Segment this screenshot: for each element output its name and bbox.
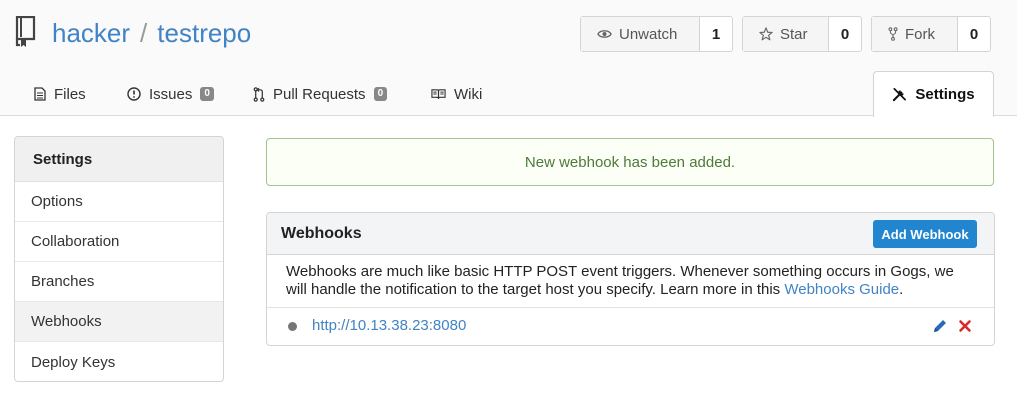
stars-count[interactable]: 0 — [829, 17, 861, 51]
success-alert: New webhook has been added. — [266, 138, 994, 186]
webhooks-guide-link[interactable]: Webhooks Guide — [784, 281, 899, 298]
sidebar-item-options[interactable]: Options — [15, 182, 223, 222]
forks-count[interactable]: 0 — [958, 17, 990, 51]
tab-settings-label: Settings — [915, 86, 975, 103]
repo-title-separator: / — [140, 18, 148, 48]
book-icon — [15, 16, 36, 47]
fork-button-group: Fork 0 — [871, 16, 991, 52]
sidebar-item-webhooks[interactable]: Webhooks — [15, 302, 223, 342]
issues-count-badge: 0 — [200, 87, 214, 101]
repo-name-link[interactable]: testrepo — [157, 18, 251, 48]
tab-issues-label: Issues — [149, 85, 193, 103]
star-icon — [759, 27, 773, 41]
unwatch-label: Unwatch — [619, 25, 678, 43]
pencil-icon[interactable] — [932, 318, 948, 334]
star-label: Star — [780, 25, 808, 43]
webhooks-panel-header: Webhooks Add Webhook — [267, 213, 994, 255]
webhooks-description-end: . — [899, 281, 904, 298]
star-button[interactable]: Star — [743, 17, 829, 51]
eye-icon — [597, 30, 612, 38]
tab-issues[interactable]: Issues 0 — [127, 72, 214, 116]
repo-title: hacker / testrepo — [52, 17, 251, 49]
unwatch-button[interactable]: Unwatch — [581, 17, 700, 51]
tools-icon — [893, 87, 907, 102]
fork-label: Fork — [905, 25, 935, 43]
file-text-icon — [34, 87, 46, 101]
webhook-url-link[interactable]: http://10.13.38.23:8080 — [312, 317, 466, 334]
tab-files-label: Files — [54, 85, 86, 103]
sidebar-item-branches[interactable]: Branches — [15, 262, 223, 302]
sidebar-title: Settings — [15, 137, 223, 182]
tab-pull-requests[interactable]: Pull Requests 0 — [253, 72, 388, 116]
book-open-icon — [431, 89, 446, 99]
repo-owner-link[interactable]: hacker — [52, 18, 130, 48]
unwatch-button-group: Unwatch 1 — [580, 16, 733, 52]
tab-wiki[interactable]: Wiki — [431, 72, 482, 116]
webhooks-panel: Webhooks Add Webhook Webhooks are much l… — [266, 212, 995, 346]
webhooks-title: Webhooks — [281, 224, 362, 242]
webhook-status-dot — [288, 322, 297, 331]
success-alert-message: New webhook has been added. — [524, 153, 736, 171]
sidebar-item-collaboration[interactable]: Collaboration — [15, 222, 223, 262]
fork-button[interactable]: Fork — [872, 17, 958, 51]
webhooks-description: Webhooks are much like basic HTTP POST e… — [267, 255, 994, 308]
pull-requests-count-badge: 0 — [373, 87, 388, 101]
fork-icon — [888, 27, 898, 41]
add-webhook-button[interactable]: Add Webhook — [873, 220, 977, 248]
sidebar-item-deploy-keys[interactable]: Deploy Keys — [15, 342, 223, 381]
x-icon[interactable] — [958, 319, 972, 333]
tab-files[interactable]: Files — [34, 72, 86, 116]
watchers-count[interactable]: 1 — [700, 17, 732, 51]
git-pull-request-icon — [253, 86, 265, 102]
issue-opened-icon — [127, 87, 141, 101]
tab-wiki-label: Wiki — [454, 85, 483, 103]
settings-sidebar: Settings Options Collaboration Branches … — [14, 136, 224, 382]
tab-pull-requests-label: Pull Requests — [273, 85, 366, 103]
tab-settings[interactable]: Settings — [873, 71, 994, 117]
webhook-list-item: http://10.13.38.23:8080 — [267, 308, 994, 345]
star-button-group: Star 0 — [742, 16, 862, 52]
